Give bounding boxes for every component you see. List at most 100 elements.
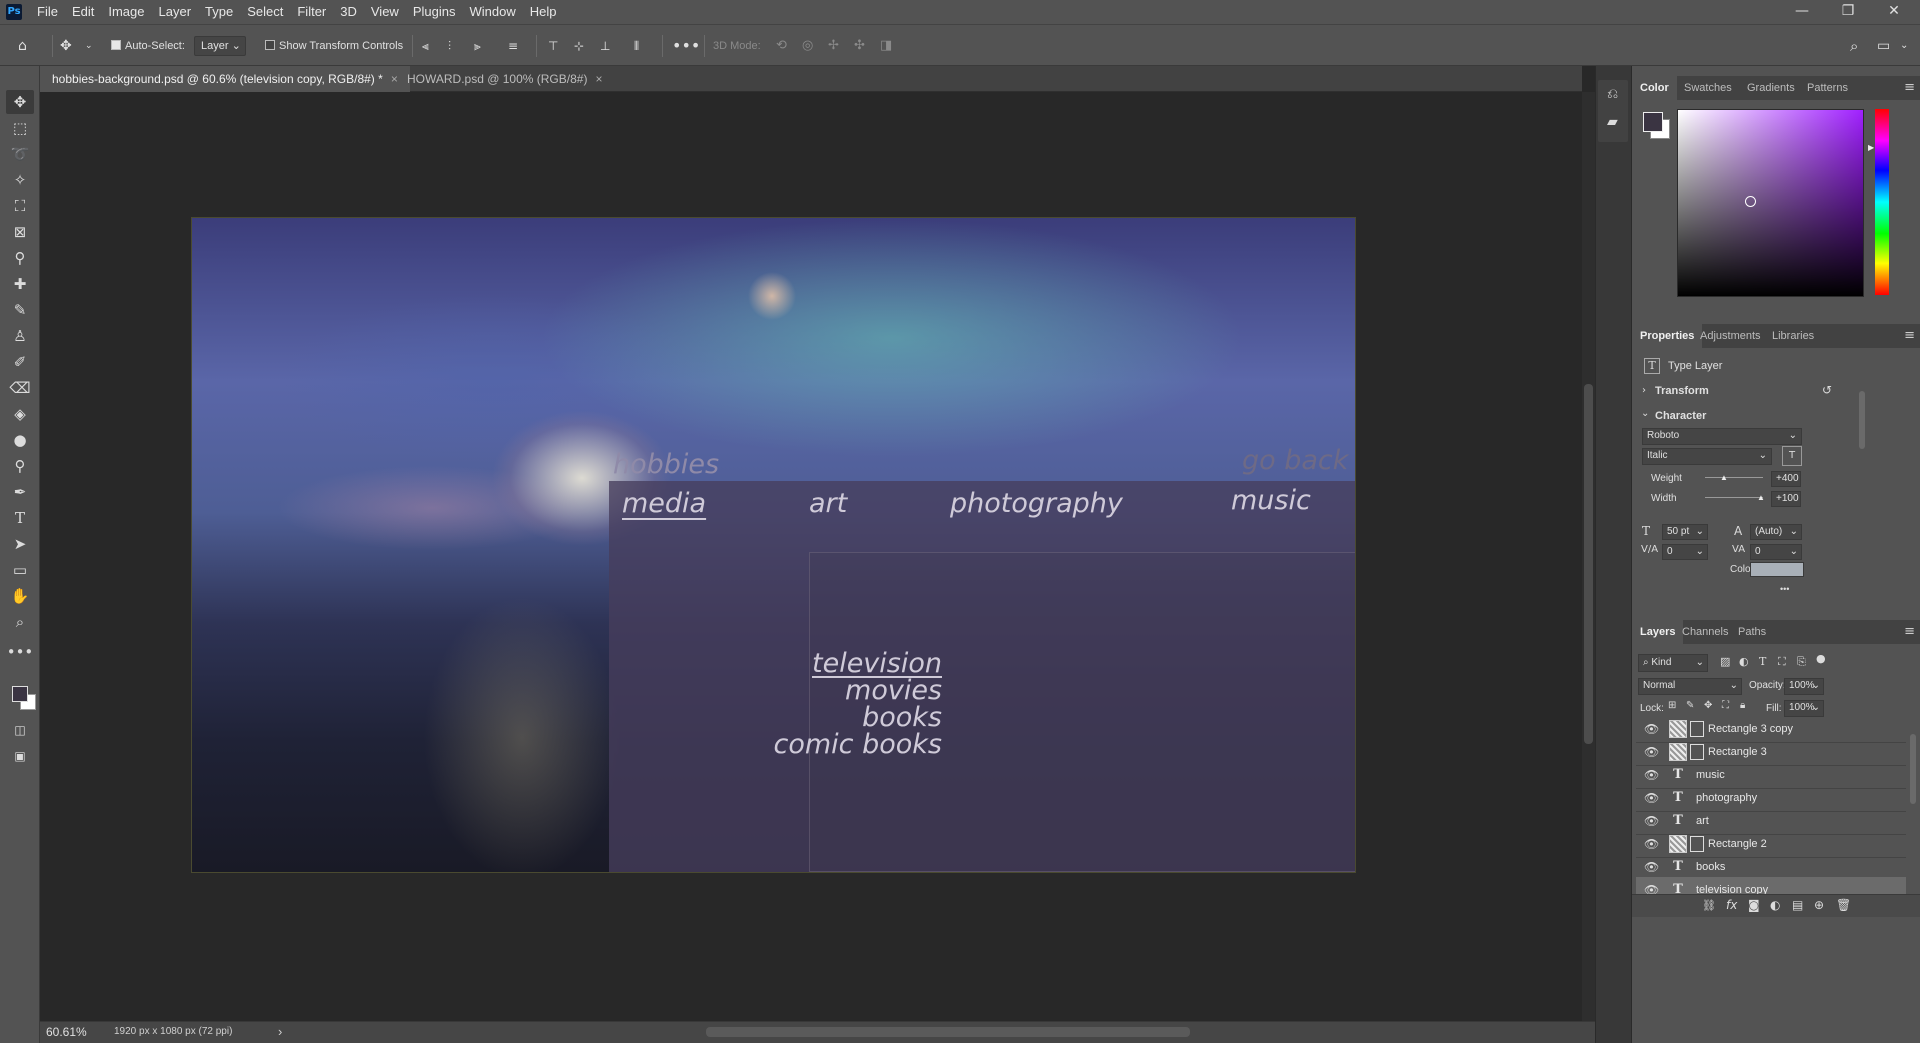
menu-select[interactable]: Select xyxy=(240,0,290,24)
blur-tool-icon[interactable]: ● xyxy=(6,428,34,452)
search-icon[interactable]: ⌕ xyxy=(1850,25,1858,67)
horizontal-scroll-thumb[interactable] xyxy=(706,1027,1190,1037)
fill-input[interactable]: 100% ⌄ xyxy=(1784,700,1824,717)
edit-toolbar-icon[interactable]: ••• xyxy=(6,640,34,664)
tab-howard[interactable]: HOWARD.psd @ 100% (RGB/8#) × xyxy=(395,66,614,92)
hue-slider-handle-icon[interactable]: ▶ xyxy=(1868,143,1874,152)
quick-mask-icon[interactable]: ◫ xyxy=(6,718,34,742)
layers-scrollbar[interactable] xyxy=(1910,734,1916,804)
hand-tool-icon[interactable]: ✋ xyxy=(6,584,34,608)
dodge-tool-icon[interactable]: ⚲ xyxy=(6,454,34,478)
filter-toggle-icon[interactable]: ● xyxy=(1816,652,1826,665)
move-tool-icon[interactable]: ✥ xyxy=(6,90,34,114)
tab-hobbies-background[interactable]: hobbies-background.psd @ 60.6% (televisi… xyxy=(40,66,410,92)
canvas-area[interactable]: hobbies go back media art photography mu… xyxy=(40,92,1582,1021)
align-left-icon[interactable]: ⫷ xyxy=(422,25,429,67)
frame-tool-icon[interactable]: ⊠ xyxy=(6,220,34,244)
chevron-right-icon[interactable]: › xyxy=(1642,385,1646,396)
vertical-scroll-thumb[interactable] xyxy=(1584,384,1593,744)
move-tool-icon[interactable]: ✥ xyxy=(60,25,72,67)
tab-paths[interactable]: Paths xyxy=(1730,620,1774,644)
tab-adjustments[interactable]: Adjustments xyxy=(1692,324,1769,348)
menu-file[interactable]: File xyxy=(30,0,65,24)
font-family-select[interactable]: Roboto ⌄ xyxy=(1642,428,1802,445)
visibility-eye-icon[interactable]: 👁︎ xyxy=(1644,814,1659,828)
vector-mask-thumbnail[interactable] xyxy=(1690,836,1704,852)
visibility-eye-icon[interactable]: 👁︎ xyxy=(1644,745,1659,759)
history-brush-tool-icon[interactable]: ✐ xyxy=(6,350,34,374)
close-button[interactable]: ✕ xyxy=(1871,0,1917,24)
delete-layer-icon[interactable]: 🗑︎ xyxy=(1836,898,1851,912)
healing-brush-tool-icon[interactable]: ✚ xyxy=(6,272,34,296)
filter-adjustment-icon[interactable]: ◐ xyxy=(1739,655,1749,668)
width-slider-track[interactable] xyxy=(1705,497,1763,498)
eraser-tool-icon[interactable]: ⌫ xyxy=(6,376,34,400)
comment-icon[interactable]: ▰ xyxy=(1607,114,1618,130)
magic-wand-tool-icon[interactable]: ✧ xyxy=(6,168,34,192)
text-color-swatch[interactable] xyxy=(1750,562,1804,577)
type-tool-icon[interactable]: T xyxy=(6,506,34,530)
filter-shape-icon[interactable]: ⛶ xyxy=(1778,655,1786,669)
width-slider-handle[interactable]: ▲ xyxy=(1757,493,1765,502)
add-mask-icon[interactable]: ◙ xyxy=(1748,898,1760,912)
chevron-down-icon[interactable]: ⌄ xyxy=(1641,408,1649,419)
brush-tool-icon[interactable]: ✎ xyxy=(6,298,34,322)
menu-view[interactable]: View xyxy=(364,0,406,24)
tab-swatches[interactable]: Swatches xyxy=(1676,76,1740,100)
show-transform-checkbox[interactable] xyxy=(265,40,275,50)
weight-slider-track[interactable] xyxy=(1705,477,1763,478)
link-layers-icon[interactable]: ⛓ xyxy=(1702,899,1716,912)
panel-menu-icon[interactable]: ≡ xyxy=(1904,324,1915,348)
new-adjustment-layer-icon[interactable]: ◐ xyxy=(1770,898,1780,912)
color-picker-cursor[interactable] xyxy=(1745,196,1756,207)
filter-type-icon[interactable]: T xyxy=(1759,655,1766,668)
lock-transparent-icon[interactable]: ⊞ xyxy=(1668,700,1676,711)
menu-edit[interactable]: Edit xyxy=(65,0,101,24)
new-group-icon[interactable]: ▤ xyxy=(1792,898,1803,912)
visibility-eye-icon[interactable]: 👁︎ xyxy=(1644,722,1659,736)
tab-color[interactable]: Color xyxy=(1632,76,1677,100)
tab-libraries[interactable]: Libraries xyxy=(1764,324,1822,348)
more-options-icon[interactable]: ••• xyxy=(672,25,700,67)
align-center-icon[interactable]: ⫶ xyxy=(448,25,451,67)
properties-scrollbar[interactable] xyxy=(1859,391,1865,449)
lock-image-icon[interactable]: ✎ xyxy=(1686,700,1694,711)
color-picker-field[interactable] xyxy=(1677,109,1864,297)
screen-mode-icon[interactable]: ▣ xyxy=(6,744,34,768)
tracking-input[interactable]: 0 ⌄ xyxy=(1750,544,1802,560)
align-bottom-icon[interactable]: ⊥ xyxy=(600,25,610,67)
restore-button[interactable]: ❐ xyxy=(1825,0,1871,24)
variable-font-icon[interactable]: T xyxy=(1782,446,1802,466)
more-options-icon[interactable]: ••• xyxy=(1780,584,1789,594)
workspace-icon[interactable]: ▭ xyxy=(1877,25,1890,67)
distribute-vertical-icon[interactable]: ≡ xyxy=(508,25,518,67)
auto-select-checkbox[interactable] xyxy=(111,40,121,50)
menu-help[interactable]: Help xyxy=(523,0,564,24)
align-top-icon[interactable]: ⊤ xyxy=(548,25,558,67)
chevron-down-icon[interactable]: ⌄ xyxy=(1900,25,1908,67)
lock-all-icon[interactable]: 🔒︎ xyxy=(1740,700,1745,711)
lock-position-icon[interactable]: ✥ xyxy=(1704,700,1712,711)
visibility-eye-icon[interactable]: 👁︎ xyxy=(1644,791,1659,805)
menu-filter[interactable]: Filter xyxy=(290,0,333,24)
close-icon[interactable]: × xyxy=(595,72,602,86)
foreground-color-swatch[interactable] xyxy=(12,686,28,702)
visibility-eye-icon[interactable]: 👁︎ xyxy=(1644,860,1659,874)
pen-tool-icon[interactable]: ✒ xyxy=(6,480,34,504)
filter-smart-object-icon[interactable]: ⎘ xyxy=(1797,655,1806,669)
zoom-level[interactable]: 60.61% xyxy=(46,1025,87,1039)
visibility-eye-icon[interactable]: 👁︎ xyxy=(1644,768,1659,782)
font-style-select[interactable]: Italic ⌄ xyxy=(1642,448,1772,465)
menu-type[interactable]: Type xyxy=(198,0,240,24)
menu-window[interactable]: Window xyxy=(462,0,522,24)
rectangle-tool-icon[interactable]: ▭ xyxy=(6,558,34,582)
opacity-input[interactable]: 100% ⌄ xyxy=(1784,678,1824,695)
eyedropper-tool-icon[interactable]: ⚲ xyxy=(6,246,34,270)
status-arrow-icon[interactable]: › xyxy=(278,1024,282,1039)
distribute-horizontal-icon[interactable]: ⫴ xyxy=(634,25,639,67)
menu-3d[interactable]: 3D xyxy=(333,0,364,24)
lasso-tool-icon[interactable]: ➰ xyxy=(6,142,34,166)
paint-bucket-tool-icon[interactable]: ◈ xyxy=(6,402,34,426)
tab-channels[interactable]: Channels xyxy=(1674,620,1736,644)
menu-layer[interactable]: Layer xyxy=(152,0,199,24)
